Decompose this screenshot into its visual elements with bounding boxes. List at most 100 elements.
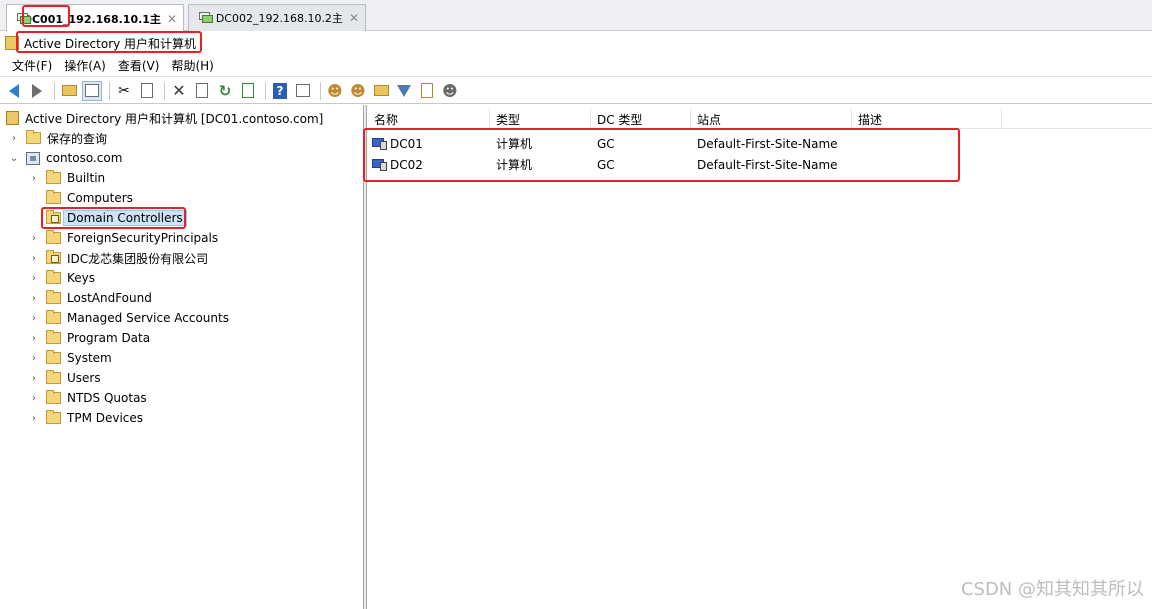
chevron-right-icon[interactable]: › [28, 233, 40, 244]
tree-item-managed-service-accounts[interactable]: › Managed Service Accounts [28, 308, 229, 328]
folder-icon [26, 130, 41, 144]
find-icon[interactable] [417, 81, 437, 101]
chevron-right-icon[interactable]: › [8, 133, 20, 144]
chevron-right-icon[interactable]: › [28, 333, 40, 344]
chevron-right-icon[interactable]: › [28, 173, 40, 184]
tree-item-users[interactable]: › Users [28, 368, 101, 388]
tab-label: DC002_192.168.10.2主 [215, 12, 343, 25]
type-cell: 计算机 [496, 137, 533, 151]
menu-help[interactable]: 帮助(H) [165, 57, 219, 74]
tree-item-tpm-devices[interactable]: › TPM Devices [28, 408, 143, 428]
tree-item-foreign-security-principals[interactable]: › ForeignSecurityPrincipals [28, 228, 218, 248]
tree-item-label: Program Data [67, 331, 151, 345]
tree-item-computers[interactable]: Computers [28, 188, 133, 208]
menu-view[interactable]: 查看(V) [112, 57, 166, 74]
list-pane[interactable]: 名称 类型 DC 类型 站点 描述 DC01 计算机 GC Default-Fi… [368, 105, 1152, 609]
close-icon[interactable]: ✕ [343, 11, 359, 25]
table-row[interactable]: DC02 计算机 GC Default-First-Site-Name [368, 154, 1152, 175]
close-icon[interactable]: ✕ [161, 12, 177, 26]
column-header-site[interactable]: 站点 [691, 109, 852, 129]
column-header-type[interactable]: 类型 [490, 109, 591, 129]
folder-icon [46, 230, 61, 244]
tree-item-program-data[interactable]: › Program Data [28, 328, 150, 348]
new-ou-icon[interactable] [371, 81, 391, 101]
chevron-right-icon[interactable]: › [28, 373, 40, 384]
tab-dc001[interactable]: DC001_192.168.10.1主 ✕ [6, 4, 184, 32]
new-user-icon[interactable]: ☻ [325, 81, 345, 101]
site-cell: Default-First-Site-Name [697, 157, 838, 172]
folder-icon [46, 410, 61, 424]
tree-item-ntds-quotas[interactable]: › NTDS Quotas [28, 388, 147, 408]
back-arrow-icon[interactable] [4, 81, 24, 101]
dc-type-cell: GC [597, 136, 615, 151]
tree-item-label: contoso.com [46, 151, 123, 165]
properties-icon[interactable] [192, 81, 212, 101]
name-cell: DC02 [368, 154, 423, 175]
tree-item-saved-queries[interactable]: › 保存的查询 [8, 128, 107, 148]
toolbar-separator [109, 81, 110, 100]
tree-item-domain-controllers[interactable]: Domain Controllers [28, 208, 187, 228]
chevron-right-icon[interactable]: › [28, 353, 40, 364]
export-icon[interactable] [238, 81, 258, 101]
tree-item-system[interactable]: › System [28, 348, 112, 368]
tree-item-label: Builtin [67, 171, 106, 185]
type-cell: 计算机 [496, 158, 533, 172]
toolbar-separator [164, 81, 165, 100]
tree-item-label: Managed Service Accounts [67, 311, 229, 325]
delete-icon[interactable]: ✕ [169, 81, 189, 101]
folder-icon [46, 330, 61, 344]
menu-file[interactable]: 文件(F) [6, 57, 58, 74]
ou-folder-icon [46, 210, 61, 224]
tab-strip: DC001_192.168.10.1主 ✕ DC002_192.168.10.2… [0, 0, 1152, 32]
table-row[interactable]: DC01 计算机 GC Default-First-Site-Name [368, 133, 1152, 154]
tree-pane[interactable]: Active Directory 用户和计算机 [DC01.contoso.co… [0, 105, 364, 609]
view-icon[interactable] [293, 81, 313, 101]
domain-icon [26, 151, 40, 165]
show-tree-icon[interactable] [82, 80, 102, 101]
up-folder-icon[interactable] [59, 81, 79, 101]
new-group-icon[interactable]: ☻ [348, 81, 368, 101]
column-header-description[interactable]: 描述 [852, 109, 1002, 129]
dc-type-cell: GC [597, 157, 615, 172]
tab-dc002[interactable]: DC002_192.168.10.2主 ✕ [188, 4, 366, 31]
filter-icon[interactable] [394, 81, 414, 101]
cut-icon[interactable]: ✂ [114, 81, 134, 101]
remote-desktop-icon [197, 11, 213, 25]
help-icon[interactable]: ? [270, 81, 290, 101]
remote-desktop-icon [15, 12, 31, 26]
folder-icon [46, 190, 61, 204]
tree-item-keys[interactable]: › Keys [28, 268, 95, 288]
tree-item-domain[interactable]: ⌄ contoso.com [8, 148, 123, 168]
tree-item-label: ForeignSecurityPrincipals [67, 231, 219, 245]
tree-item-label: TPM Devices [67, 411, 144, 425]
chevron-right-icon[interactable]: › [28, 413, 40, 424]
toolbar-separator [320, 81, 321, 100]
tree-item-label: Computers [67, 191, 133, 205]
tree-item-builtin[interactable]: › Builtin [28, 168, 105, 188]
menu-action[interactable]: 操作(A) [58, 57, 112, 74]
window-title-bar: Active Directory 用户和计算机 [0, 31, 1152, 55]
refresh-icon[interactable]: ↻ [215, 81, 235, 101]
tree-item-idc-ou[interactable]: › IDC龙芯集团股份有限公司 [28, 248, 208, 268]
chevron-right-icon[interactable]: › [28, 393, 40, 404]
description-cell [852, 133, 858, 154]
column-header-name[interactable]: 名称 [368, 109, 490, 129]
folder-icon [46, 170, 61, 184]
tab-label: DC001_192.168.10.1主 [22, 12, 161, 26]
toolbar-separator [54, 81, 55, 100]
chevron-right-icon[interactable]: › [28, 253, 40, 264]
column-header-dc-type[interactable]: DC 类型 [591, 109, 691, 129]
tree-root[interactable]: Active Directory 用户和计算机 [DC01.contoso.co… [6, 108, 323, 128]
copy-icon[interactable] [137, 81, 157, 101]
ou-folder-icon [46, 250, 61, 264]
tree-item-label: Domain Controllers [63, 210, 187, 226]
chevron-down-icon[interactable]: ⌄ [8, 153, 20, 164]
window-title: Active Directory 用户和计算机 [24, 36, 197, 51]
tree-item-lost-and-found[interactable]: › LostAndFound [28, 288, 152, 308]
delegate-icon[interactable]: ☻ [440, 81, 460, 101]
chevron-right-icon[interactable]: › [28, 273, 40, 284]
pane-splitter[interactable] [364, 105, 367, 609]
chevron-right-icon[interactable]: › [28, 313, 40, 324]
forward-arrow-icon[interactable] [27, 81, 47, 101]
chevron-right-icon[interactable]: › [28, 293, 40, 304]
